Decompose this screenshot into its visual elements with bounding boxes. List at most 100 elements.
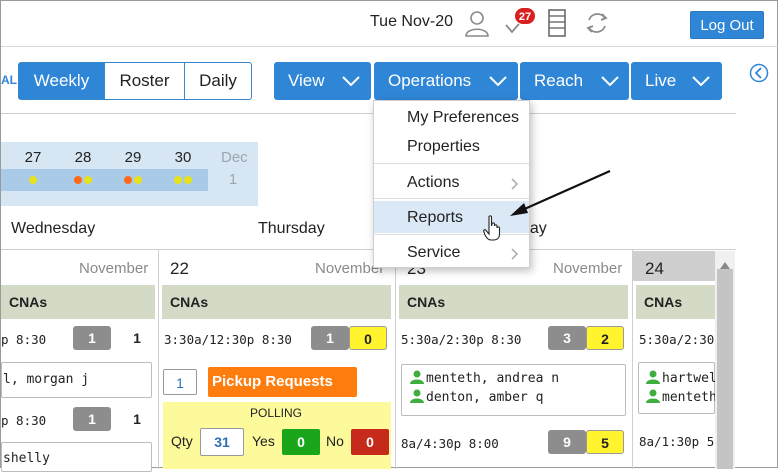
shift-time: 5:30a/2:30p 8:30 — [401, 332, 522, 347]
view-menu-label: View — [288, 71, 325, 90]
group-header-label: CNAs — [9, 294, 48, 310]
chevron-right-icon — [511, 247, 519, 265]
person-icon — [410, 389, 424, 408]
column-divider — [632, 250, 633, 469]
shift-time: 8a/4:30p 8:00 — [401, 436, 499, 451]
chevron-down-icon — [692, 76, 710, 86]
group-header: CNAs — [1, 285, 155, 319]
no-count-button[interactable]: 0 — [351, 429, 389, 455]
yes-count-button[interactable]: 0 — [282, 429, 320, 455]
tab-daily[interactable]: Daily — [184, 62, 252, 100]
menu-item-service[interactable]: Service — [407, 244, 460, 262]
reach-menu-label: Reach — [534, 71, 584, 90]
mini-cal-day-28[interactable]: 28 — [71, 149, 95, 166]
group-header: CNAs — [399, 285, 628, 319]
menu-divider — [374, 163, 529, 164]
shift-time: p 8:30 — [1, 332, 47, 347]
needed-count: 1 — [133, 330, 141, 346]
collapse-panel-icon[interactable] — [749, 63, 769, 88]
toolbar-divider — [1, 113, 373, 114]
chevron-down-icon — [489, 76, 507, 86]
status-dot — [29, 176, 37, 184]
menu-item-my-preferences[interactable]: My Preferences — [407, 109, 519, 127]
tab-weekly[interactable]: Weekly — [18, 62, 105, 100]
shift-time: p 8:30 — [1, 413, 47, 428]
truncated-label: AL — [1, 73, 17, 87]
staff-name[interactable]: menteth, andrea n — [426, 371, 559, 386]
chevron-down-icon — [601, 76, 619, 86]
menu-item-actions[interactable]: Actions — [407, 174, 459, 192]
shift-time: 3:30a/12:30p 8:30 — [164, 332, 292, 347]
needed-count[interactable]: 2 — [586, 326, 624, 350]
day-number-24[interactable]: 24 — [645, 259, 664, 279]
status-dot — [74, 176, 82, 184]
day-label-thursday: Thursday — [258, 220, 325, 237]
no-label: No — [326, 433, 344, 449]
status-dot — [174, 176, 182, 184]
staff-name[interactable]: shelly — [3, 451, 50, 466]
pickup-requests-button[interactable]: Pickup Requests — [208, 367, 357, 397]
qty-label: Qty — [171, 433, 193, 449]
needed-count[interactable]: 5 — [586, 430, 624, 454]
scheduled-count[interactable]: 1 — [311, 326, 349, 350]
person-icon — [646, 389, 660, 408]
person-icon — [410, 370, 424, 389]
scheduled-count[interactable]: 1 — [73, 407, 111, 431]
column-divider — [158, 250, 159, 469]
mini-cal-day-1[interactable]: 1 — [221, 171, 245, 188]
header-divider — [1, 46, 778, 47]
logout-button[interactable]: Log Out — [690, 11, 764, 39]
month-label: November — [79, 260, 149, 277]
column-divider — [395, 250, 396, 469]
scheduled-count[interactable]: 1 — [73, 326, 111, 350]
pickup-count[interactable]: 1 — [163, 369, 197, 395]
day-number-22[interactable]: 22 — [170, 259, 189, 279]
status-dot — [84, 176, 92, 184]
needed-count: 1 — [133, 411, 141, 427]
status-dot — [124, 176, 132, 184]
shift-time: 5:30a/2:30p — [639, 332, 715, 347]
shift-time: 8a/1:30p 5 — [639, 434, 715, 449]
scrollbar-thumb[interactable] — [717, 269, 733, 469]
mini-cal-day-27[interactable]: 27 — [21, 149, 45, 166]
qty-value[interactable]: 31 — [200, 428, 244, 456]
operations-menu-button[interactable]: Operations — [374, 62, 518, 100]
view-menu-button[interactable]: View — [274, 62, 371, 100]
group-header: CNAs — [162, 285, 391, 319]
yes-label: Yes — [252, 433, 275, 449]
menu-divider — [374, 234, 529, 235]
group-header-label: CNAs — [407, 294, 446, 310]
scheduled-count[interactable]: 3 — [548, 326, 586, 350]
polling-title: POLLING — [250, 406, 303, 420]
mini-cal-day-30[interactable]: 30 — [171, 149, 195, 166]
month-label: November — [553, 260, 623, 277]
menu-item-reports[interactable]: Reports — [407, 209, 463, 227]
refresh-icon[interactable] — [583, 9, 611, 37]
hand-pointer-cursor-icon — [483, 215, 501, 246]
group-header-label: CNAs — [170, 294, 209, 310]
group-header-label: CNAs — [644, 294, 683, 310]
chevron-down-icon — [342, 76, 360, 86]
reach-menu-button[interactable]: Reach — [520, 62, 629, 100]
menu-item-properties[interactable]: Properties — [407, 138, 480, 156]
live-menu-button[interactable]: Live — [631, 62, 722, 100]
notification-badge: 27 — [514, 7, 536, 25]
operations-menu-label: Operations — [388, 71, 472, 90]
status-dot — [184, 176, 192, 184]
user-outline-icon[interactable] — [464, 9, 490, 37]
mini-cal-day-29[interactable]: 29 — [121, 149, 145, 166]
current-date: Tue Nov-20 — [370, 13, 453, 30]
grid-top-border — [1, 249, 736, 250]
needed-count[interactable]: 0 — [349, 326, 387, 350]
staff-name[interactable]: hartwel — [662, 371, 715, 386]
toolbar-divider-right — [530, 113, 736, 114]
staff-name[interactable]: denton, amber q — [426, 390, 543, 405]
staff-name[interactable]: menteth — [662, 390, 715, 405]
schedule-list-icon[interactable] — [547, 9, 567, 37]
live-menu-label: Live — [645, 71, 677, 90]
day-label-wednesday: Wednesday — [11, 220, 96, 237]
staff-name[interactable]: l, morgan j — [3, 372, 89, 387]
status-dot — [134, 176, 142, 184]
scheduled-count[interactable]: 9 — [548, 430, 586, 454]
tab-roster[interactable]: Roster — [104, 62, 185, 100]
